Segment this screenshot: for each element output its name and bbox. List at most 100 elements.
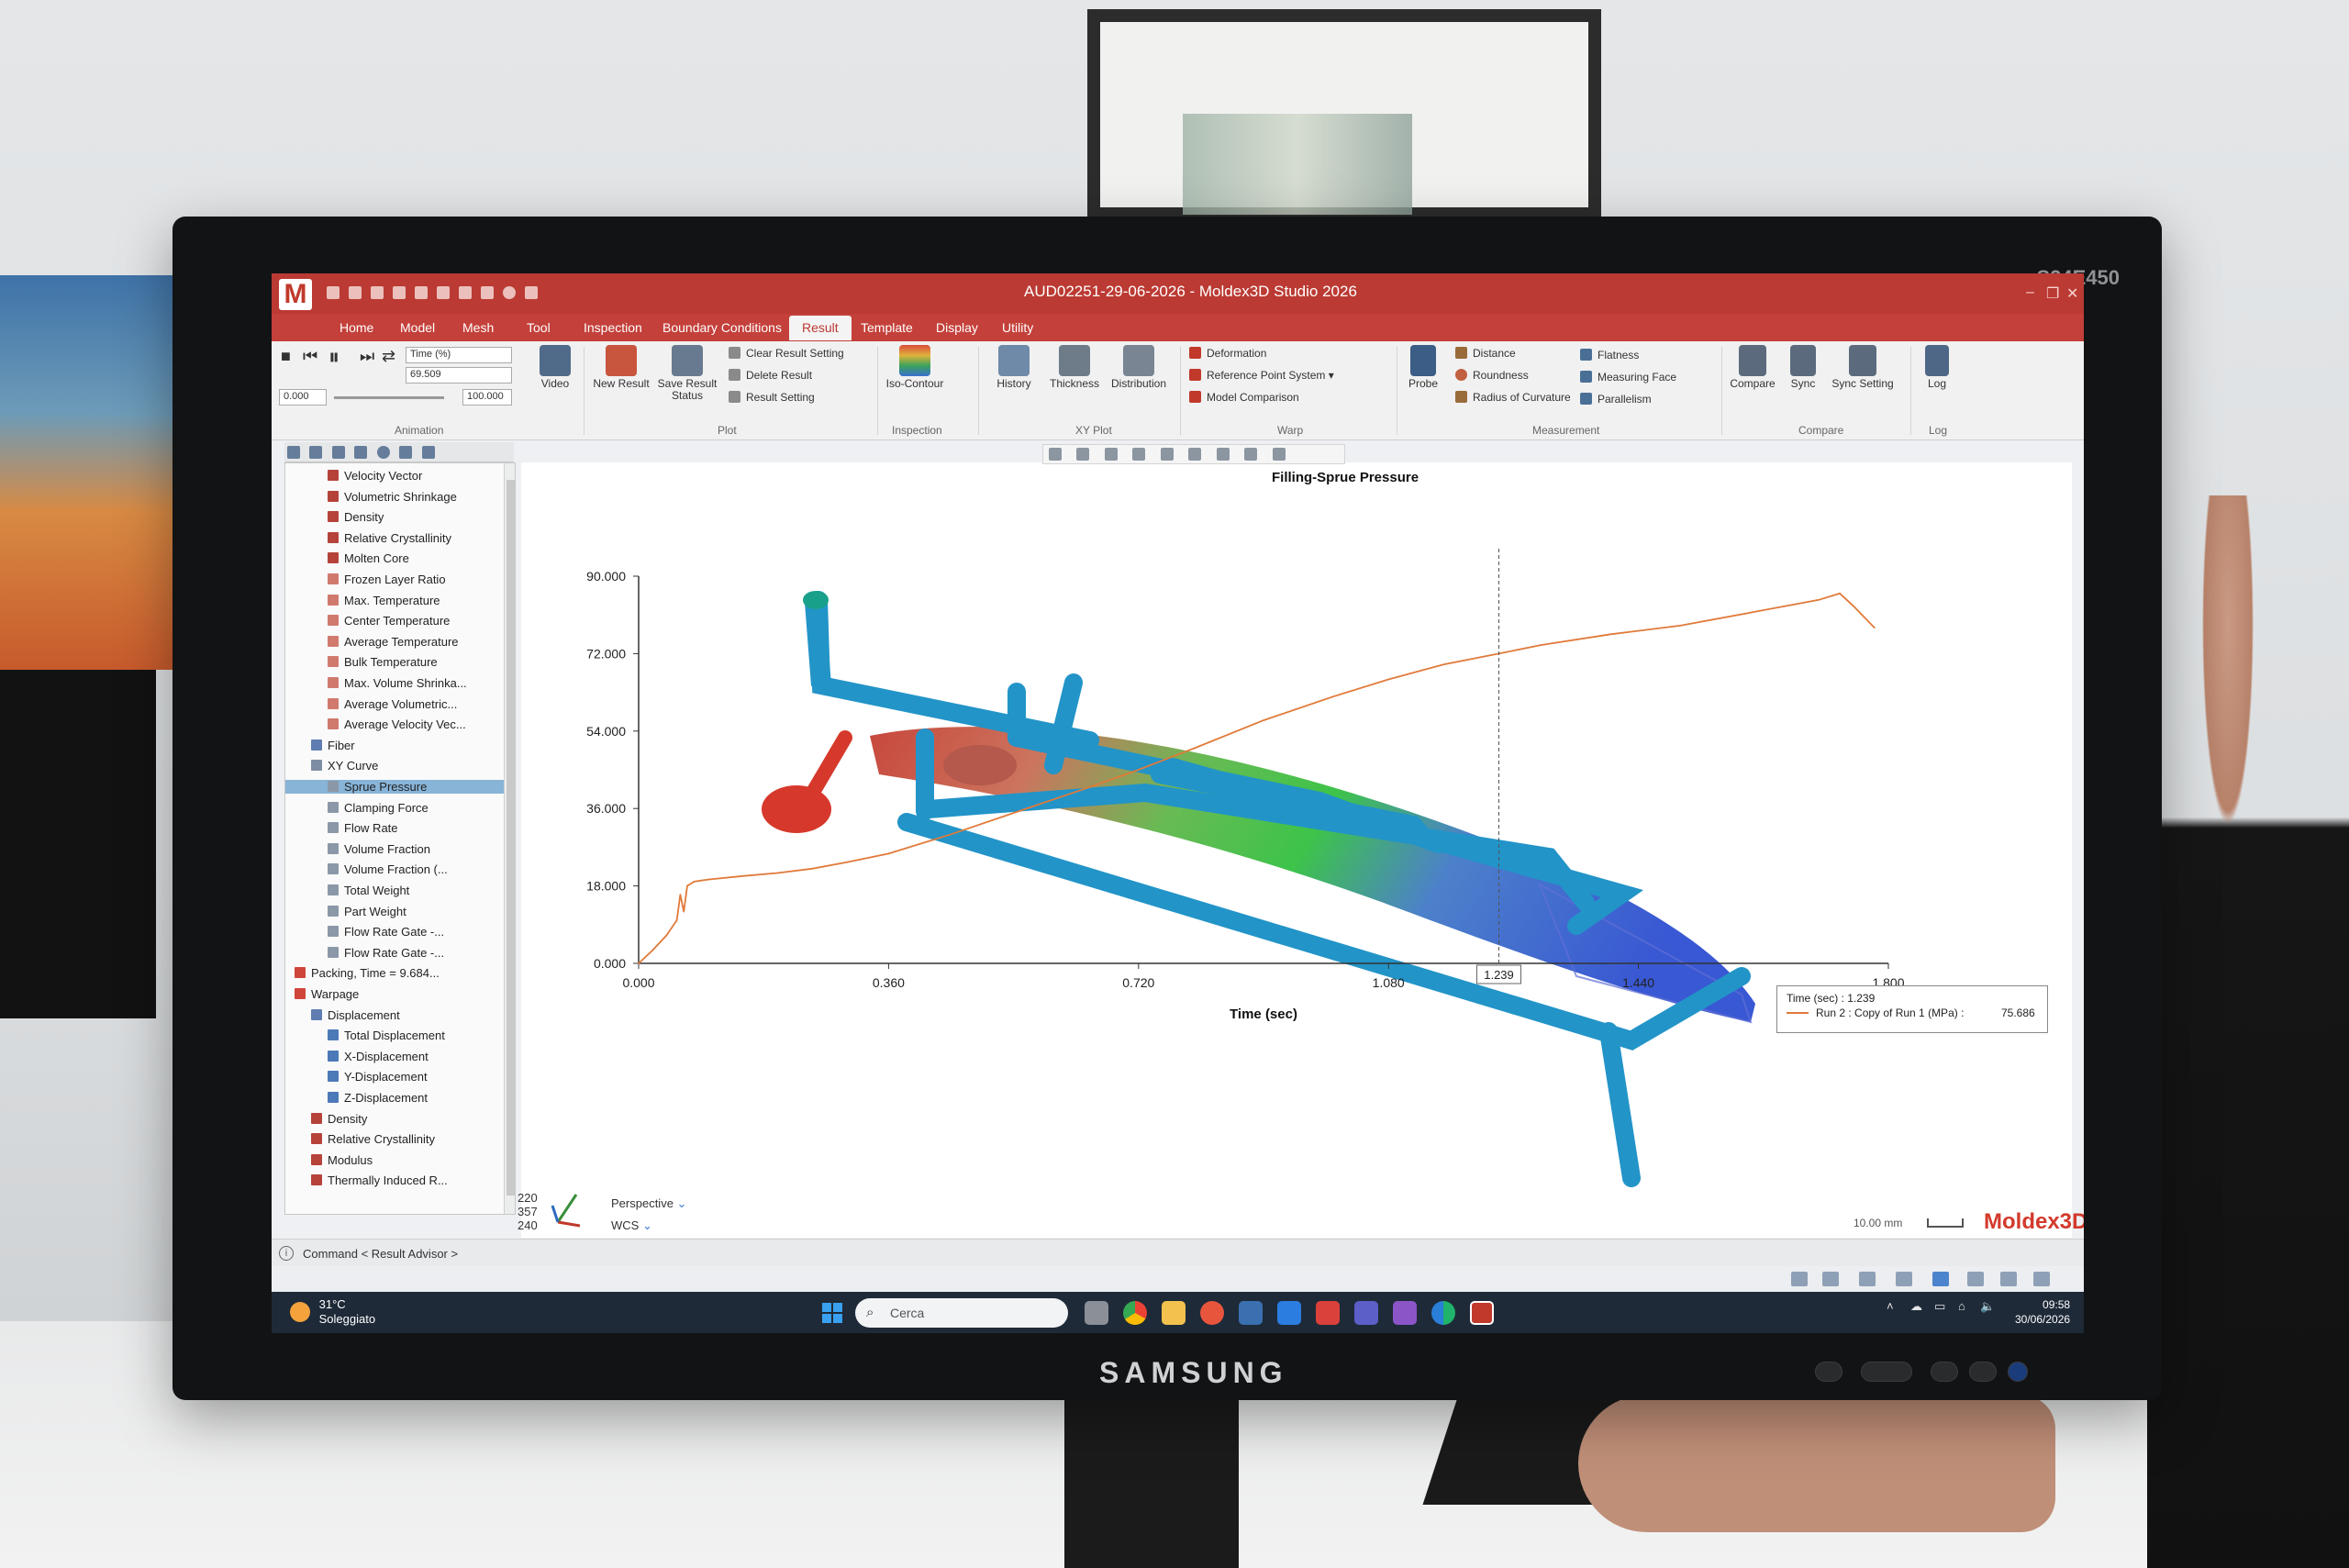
animation-current-value[interactable]: 69.509 [406, 367, 512, 384]
help-icon[interactable] [503, 286, 516, 299]
loop-icon[interactable]: ⇄ [382, 347, 395, 366]
tree-item[interactable]: Total Weight [328, 884, 409, 897]
shading-icon[interactable] [1160, 448, 1174, 461]
clear-result-setting-button[interactable]: Clear Result Setting [729, 347, 844, 360]
axis-icon[interactable] [1967, 1272, 1984, 1286]
distance-button[interactable]: Distance [1455, 347, 1516, 360]
taskbar-search[interactable]: ⌕ Cerca [855, 1298, 1068, 1328]
tree-expand-icon[interactable] [399, 446, 413, 459]
tab-mesh[interactable]: Mesh [462, 320, 494, 335]
task-view-icon[interactable] [1085, 1301, 1108, 1325]
parallelism-button[interactable]: Parallelism [1580, 393, 1652, 406]
history-button[interactable]: History [982, 345, 1046, 409]
coordinate-system-select[interactable]: WCS ⌄ [611, 1218, 652, 1233]
select-tool-icon[interactable] [1791, 1272, 1808, 1286]
undo-icon[interactable] [437, 286, 450, 299]
tree-item[interactable]: Volumetric Shrinkage [328, 490, 457, 504]
tab-template[interactable]: Template [861, 320, 913, 335]
pick-icon[interactable] [1932, 1272, 1949, 1286]
roundness-button[interactable]: Roundness [1455, 369, 1529, 382]
tab-tool[interactable]: Tool [527, 320, 551, 335]
next-icon[interactable]: ⏭ [360, 347, 374, 366]
distribution-button[interactable]: Distribution [1107, 345, 1171, 409]
save-icon[interactable] [327, 286, 340, 299]
tray-chevron-icon[interactable]: ˄ [1887, 1299, 1894, 1313]
monitor-source-button[interactable] [1931, 1362, 1958, 1382]
tree-item[interactable]: Flow Rate [328, 821, 398, 835]
tree-item[interactable]: Molten Core [328, 551, 409, 565]
tab-utility[interactable]: Utility [1002, 320, 1033, 335]
tree-collapse-icon[interactable] [421, 446, 435, 459]
tree-item[interactable]: Flow Rate Gate -... [328, 946, 444, 960]
fit-view-icon[interactable] [1049, 448, 1062, 461]
tree-item[interactable]: Flow Rate Gate -... [328, 925, 444, 939]
thickness-button[interactable]: Thickness [1042, 345, 1107, 409]
video-button[interactable]: Video [523, 345, 587, 409]
result-setting-button[interactable]: Result Setting [729, 391, 815, 404]
language-icon[interactable]: ▭ [1934, 1299, 1945, 1314]
compare-button[interactable]: Compare [1725, 345, 1780, 409]
tree-item[interactable]: Z-Displacement [328, 1091, 428, 1105]
calculator-icon[interactable] [1239, 1301, 1263, 1325]
pin-icon[interactable] [1896, 1272, 1912, 1286]
deformation-button[interactable]: Deformation [1189, 347, 1266, 360]
onedrive-icon[interactable]: ☁ [1910, 1299, 1922, 1314]
snipping-icon[interactable] [1393, 1301, 1417, 1325]
weather-widget[interactable]: 31°C Soleggiato [290, 1297, 375, 1327]
chrome-icon[interactable] [1123, 1301, 1147, 1325]
minimize-icon[interactable]: – [2026, 284, 2034, 301]
network-icon[interactable]: ⌂ [1958, 1299, 1965, 1313]
monitor-auto-button[interactable] [1969, 1362, 1997, 1382]
tree-item[interactable]: Displacement [311, 1008, 400, 1022]
tree-scroll-thumb[interactable] [507, 480, 515, 1195]
app-icon-red[interactable] [1200, 1301, 1224, 1325]
iso-contour-button[interactable]: Iso-Contour [883, 345, 947, 409]
delete-result-button[interactable]: Delete Result [729, 369, 812, 382]
section-icon[interactable] [1216, 448, 1230, 461]
layout-icon[interactable] [1272, 448, 1286, 461]
tree-item[interactable]: Modulus [311, 1153, 373, 1167]
visibility-icon[interactable] [1244, 448, 1258, 461]
save-view-icon[interactable] [1822, 1272, 1839, 1286]
tree-item[interactable]: Center Temperature [328, 614, 450, 628]
zoom-icon[interactable] [1104, 448, 1118, 461]
measuring-face-button[interactable]: Measuring Face [1580, 371, 1676, 384]
tree-info-icon[interactable] [376, 446, 390, 459]
tree-item[interactable]: Average Volumetric... [328, 697, 457, 711]
tab-boundary-conditions[interactable]: Boundary Conditions [662, 320, 782, 335]
volume-icon[interactable]: 🔈 [1980, 1299, 1995, 1314]
tree-item[interactable]: Bulk Temperature [328, 655, 438, 669]
tree-item[interactable]: Density [328, 510, 384, 524]
save-as-icon[interactable] [393, 286, 406, 299]
animation-start-value[interactable]: 0.000 [279, 389, 327, 406]
camera-icon[interactable] [525, 286, 538, 299]
tree-item[interactable]: XY Curve [311, 759, 378, 773]
tree-item[interactable]: Frozen Layer Ratio [328, 573, 446, 586]
new-result-button[interactable]: New Result [589, 345, 653, 409]
radius-of-curvature-button[interactable]: Radius of Curvature [1455, 391, 1571, 404]
command-text[interactable]: Command < Result Advisor > [303, 1247, 458, 1261]
log-button[interactable]: Log [1914, 345, 1960, 409]
search-app-icon[interactable] [1316, 1301, 1340, 1325]
open-icon[interactable] [371, 286, 384, 299]
tree-item[interactable]: Clamping Force [328, 801, 429, 815]
settings-icon[interactable] [415, 286, 428, 299]
tree-list-icon[interactable] [309, 446, 323, 459]
edge-icon[interactable] [1431, 1301, 1455, 1325]
tree-item[interactable]: Volume Fraction [328, 842, 430, 856]
stop-icon[interactable]: ■ [281, 347, 291, 366]
tree-item[interactable]: Packing, Time = 9.684... [295, 966, 440, 980]
animation-slider[interactable] [334, 396, 444, 399]
tab-display[interactable]: Display [936, 320, 978, 335]
tab-result[interactable]: Result [789, 316, 852, 340]
projection-select[interactable]: Perspective ⌄ [611, 1196, 686, 1211]
view-box-icon[interactable] [1132, 448, 1146, 461]
tree-item[interactable]: Max. Volume Shrinka... [328, 676, 467, 690]
tree-view-icon[interactable] [287, 446, 300, 459]
sync-setting-button[interactable]: Sync Setting [1826, 345, 1899, 409]
tree-mesh-icon[interactable] [331, 446, 345, 459]
tree-item[interactable]: Velocity Vector [328, 469, 422, 483]
close-icon[interactable]: ✕ [2066, 284, 2078, 303]
monitor-adjust-button[interactable] [1861, 1362, 1912, 1382]
tree-item[interactable]: Relative Crystallinity [328, 531, 451, 545]
